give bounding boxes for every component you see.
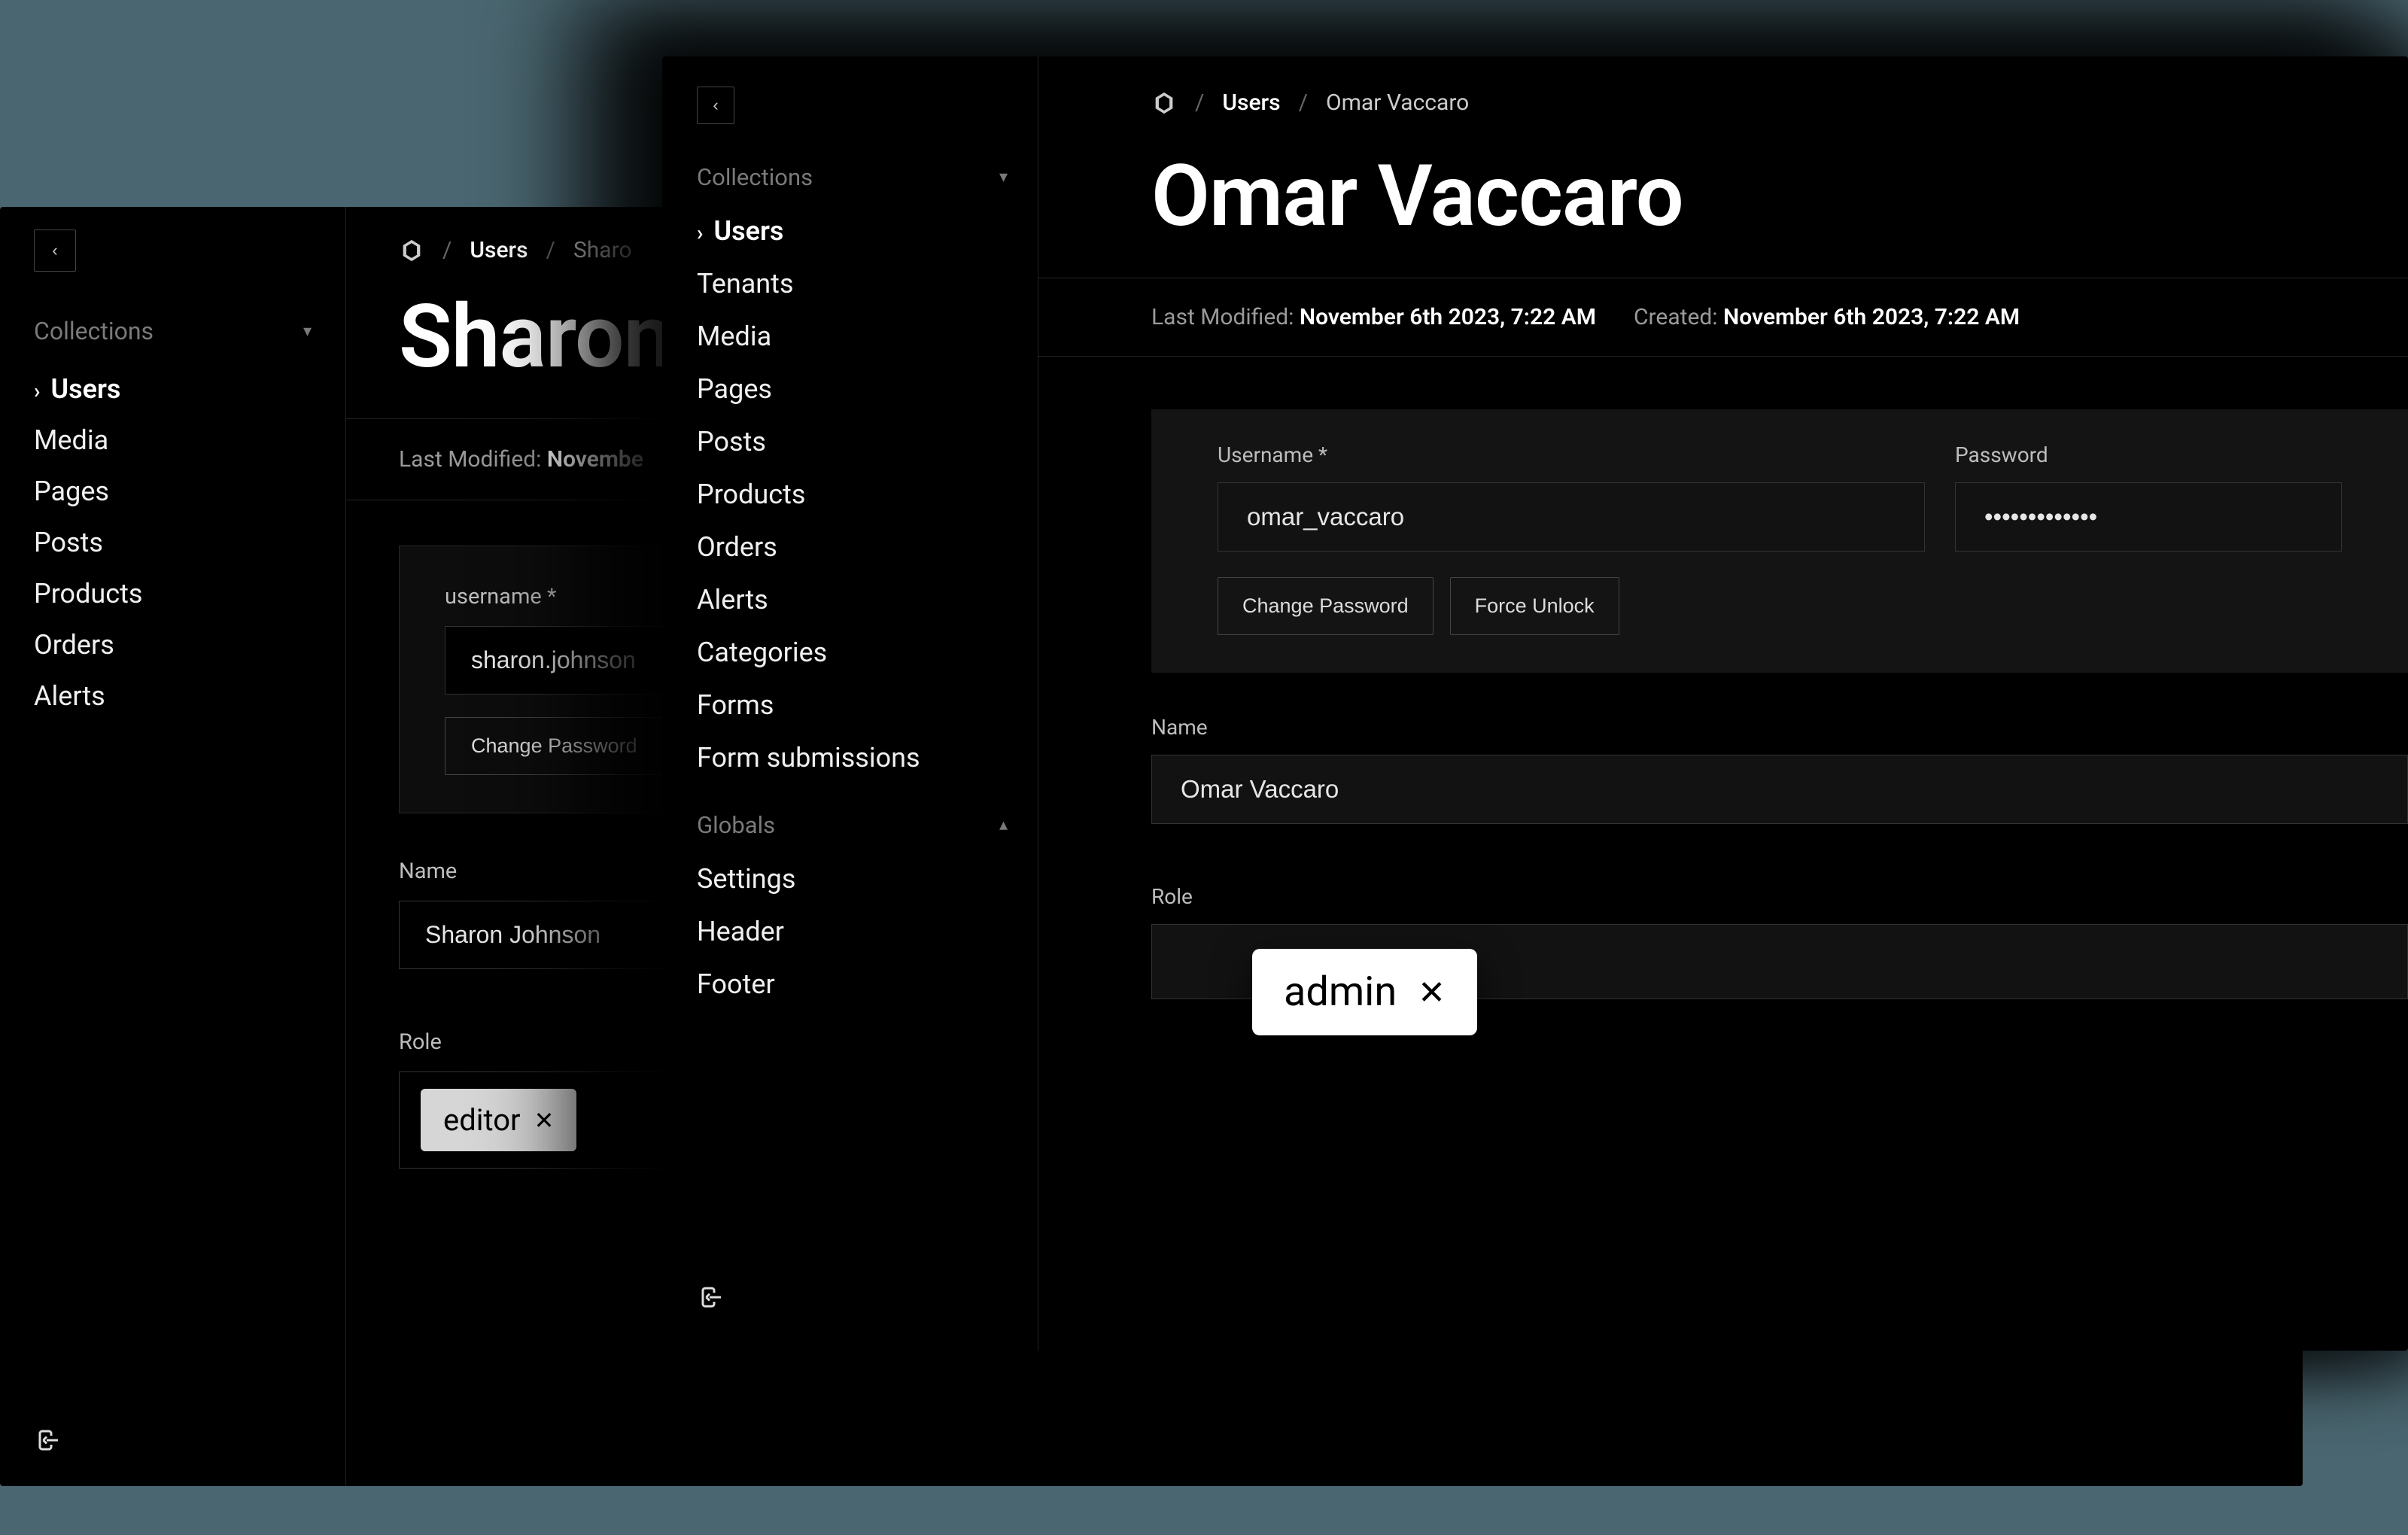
- window-front: ‹ Collections ▾ › Users Tenants Media Pag…: [662, 56, 2408, 1351]
- nav-list-front: › Users Tenants Media Pages Posts Product…: [697, 205, 1038, 784]
- sidebar-item-products[interactable]: Products: [34, 568, 345, 619]
- breadcrumb-separator: /: [442, 237, 451, 263]
- role-tag-label: admin: [1284, 968, 1397, 1016]
- sidebar-item-users[interactable]: › Users: [34, 363, 345, 415]
- role-label: Role: [1151, 884, 2408, 909]
- sidebar-item-orders[interactable]: Orders: [697, 521, 1038, 573]
- chevron-down-icon: ▾: [999, 168, 1008, 187]
- created-value: November 6th 2023, 7:22 AM: [1723, 304, 2020, 330]
- page-title: Omar Vaccaro: [1038, 116, 2408, 278]
- chevron-left-icon: ‹: [52, 241, 57, 260]
- collections-label: Collections: [34, 317, 154, 345]
- collections-section-header[interactable]: Collections ▾: [697, 163, 1038, 191]
- username-column: Username * Change Password Force Unlock: [1218, 442, 1925, 635]
- password-column: Password: [1955, 442, 2342, 635]
- breadcrumb-collection[interactable]: Users: [470, 237, 528, 263]
- sidebar-item-users[interactable]: › Users: [697, 205, 1038, 257]
- sidebar-item-tenants[interactable]: Tenants: [697, 257, 1038, 310]
- sidebar-item-media[interactable]: Media: [34, 415, 345, 466]
- sidebar-item-pages[interactable]: Pages: [697, 363, 1038, 415]
- sidebar-item-products[interactable]: Products: [697, 468, 1038, 521]
- sidebar-item-form-submissions[interactable]: Form submissions: [697, 731, 1038, 784]
- last-modified-label: Last Modified:: [1151, 304, 1294, 330]
- username-input[interactable]: [1218, 482, 1925, 552]
- password-input[interactable]: [1955, 482, 2342, 552]
- sidebar-item-footer[interactable]: Footer: [697, 958, 1038, 1011]
- sidebar-item-settings[interactable]: Settings: [697, 853, 1038, 905]
- logo-icon: [399, 238, 424, 263]
- change-password-button[interactable]: Change Password: [1218, 577, 1434, 635]
- sidebar-item-alerts[interactable]: Alerts: [34, 670, 345, 722]
- remove-tag-button[interactable]: ✕: [1418, 973, 1446, 1012]
- sidebar-item-label: Users: [50, 373, 120, 405]
- globals-section: Globals ▴ Settings Header Footer: [697, 811, 1038, 1011]
- chevron-down-icon: ▾: [303, 322, 312, 341]
- collections-label: Collections: [697, 163, 813, 191]
- name-input[interactable]: [1151, 755, 2408, 824]
- chevron-up-icon: ▴: [999, 816, 1008, 834]
- sidebar-item-media[interactable]: Media: [697, 310, 1038, 363]
- password-label: Password: [1955, 442, 2342, 467]
- collapse-sidebar-button[interactable]: ‹: [34, 229, 76, 272]
- sidebar-rear: ‹ Collections ▾ › Users Media Pages Posts…: [0, 207, 346, 1486]
- breadcrumb-separator: /: [546, 237, 555, 263]
- remove-tag-button[interactable]: ✕: [534, 1106, 555, 1135]
- logout-icon: [35, 1427, 62, 1454]
- last-modified-label: Last Modified:: [399, 446, 541, 473]
- breadcrumb: / Users / Omar Vaccaro: [1038, 56, 2408, 116]
- force-unlock-button[interactable]: Force Unlock: [1450, 577, 1619, 635]
- globals-section-header[interactable]: Globals ▴: [697, 811, 1038, 839]
- role-tag: editor ✕: [421, 1089, 576, 1151]
- chevron-right-icon: ›: [34, 378, 40, 403]
- sidebar-front: ‹ Collections ▾ › Users Tenants Media Pag…: [662, 56, 1038, 1351]
- breadcrumb-current: Sharo: [573, 237, 632, 263]
- logout-icon: [698, 1284, 725, 1311]
- form-area: Username * Change Password Force Unlock …: [1038, 357, 2408, 999]
- collapse-sidebar-button[interactable]: ‹: [697, 87, 734, 124]
- role-tag-label: editor: [443, 1102, 521, 1138]
- sidebar-item-forms[interactable]: Forms: [697, 679, 1038, 731]
- name-field: Name: [1151, 715, 2408, 850]
- sidebar-item-categories[interactable]: Categories: [697, 626, 1038, 679]
- created-label: Created:: [1634, 304, 1718, 330]
- change-password-button[interactable]: Change Password: [445, 717, 664, 775]
- sidebar-item-pages[interactable]: Pages: [34, 466, 345, 517]
- sidebar-item-orders[interactable]: Orders: [34, 619, 345, 670]
- sidebar-item-alerts[interactable]: Alerts: [697, 573, 1038, 626]
- breadcrumb-separator: /: [1299, 90, 1308, 116]
- sidebar-item-header[interactable]: Header: [697, 905, 1038, 958]
- breadcrumb-current: Omar Vaccaro: [1326, 90, 1469, 116]
- sidebar-item-label: Users: [713, 215, 783, 247]
- globals-label: Globals: [697, 811, 775, 839]
- logout-button[interactable]: [34, 1419, 64, 1464]
- last-modified-value: November 6th 2023, 7:22 AM: [1300, 304, 1596, 330]
- chevron-left-icon: ‹: [713, 96, 718, 115]
- sidebar-item-posts[interactable]: Posts: [697, 415, 1038, 468]
- meta-row: Last Modified: November 6th 2023, 7:22 A…: [1038, 278, 2408, 357]
- username-label: Username *: [1218, 442, 1925, 467]
- main-front: / Users / Omar Vaccaro Omar Vaccaro Last…: [1038, 56, 2408, 1351]
- breadcrumb-collection[interactable]: Users: [1222, 90, 1280, 116]
- nav-list-rear: › Users Media Pages Posts Products Orders…: [34, 363, 345, 722]
- name-label: Name: [1151, 715, 2408, 740]
- logo-icon: [1151, 90, 1177, 116]
- last-modified-value: Novembe: [547, 446, 643, 473]
- breadcrumb-separator: /: [1195, 90, 1204, 116]
- role-field: Role admin ✕: [1151, 884, 2408, 999]
- collections-section-header[interactable]: Collections ▾: [34, 317, 345, 345]
- sidebar-item-posts[interactable]: Posts: [34, 517, 345, 568]
- chevron-right-icon: ›: [697, 220, 703, 245]
- logout-button[interactable]: [697, 1276, 727, 1321]
- role-tag: admin ✕: [1252, 949, 1477, 1035]
- credentials-fieldset: Username * Change Password Force Unlock …: [1151, 409, 2408, 673]
